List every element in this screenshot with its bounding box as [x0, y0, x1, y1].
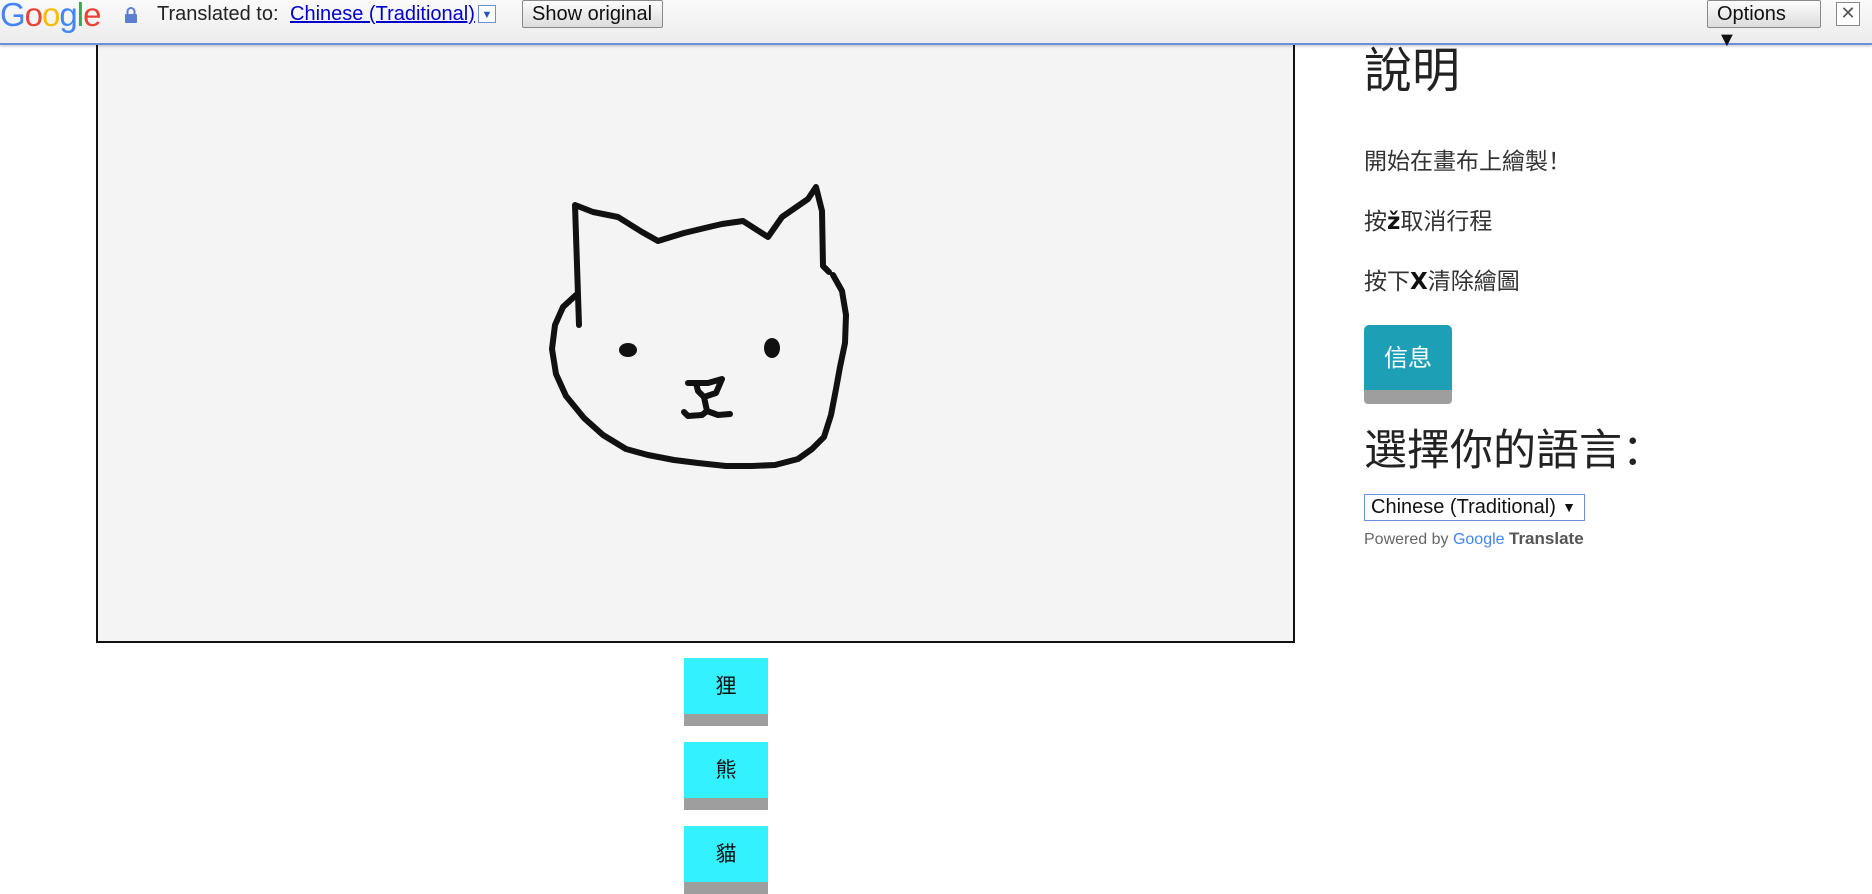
- drawing-canvas[interactable]: [96, 43, 1295, 643]
- clear-prefix: 按下: [1364, 269, 1410, 295]
- guess-button-1[interactable]: 狸: [684, 658, 768, 726]
- language-select[interactable]: Chinese (Traditional) ▼: [1364, 494, 1585, 521]
- undo-key: ž: [1387, 209, 1401, 235]
- clear-suffix: 清除繪圖: [1427, 269, 1520, 295]
- language-dropdown-arrow-icon[interactable]: ▼: [478, 5, 496, 23]
- clear-instruction: 按下X清除繪圖: [1364, 267, 1520, 297]
- google-wordmark: Google: [1452, 531, 1505, 548]
- google-translate-bar: Google Translated to: Chinese (Tradition…: [0, 0, 1872, 51]
- google-logo: Google: [0, 0, 101, 33]
- guess-button-2[interactable]: 熊: [684, 742, 768, 810]
- close-icon[interactable]: ✕: [1836, 2, 1860, 26]
- undo-suffix: 取消行程: [1400, 209, 1493, 235]
- logo-letter: g: [59, 0, 77, 33]
- undo-prefix: 按: [1364, 209, 1387, 235]
- guess-button-3[interactable]: 貓: [684, 826, 768, 894]
- panel-title: 說明: [1364, 43, 1461, 99]
- logo-letter: G: [0, 0, 26, 33]
- sketch-eye-left: [619, 343, 637, 357]
- language-heading: 選擇你的語言：: [1364, 426, 1665, 476]
- show-original-button[interactable]: Show original: [522, 0, 663, 28]
- undo-instruction: 按ž取消行程: [1364, 207, 1492, 237]
- start-drawing-text: 開始在畫布上繪製！: [1364, 149, 1571, 175]
- sketch-stroke-face: [549, 272, 849, 469]
- sketch-eye-right: [764, 338, 780, 358]
- options-button[interactable]: Options ▼: [1707, 0, 1821, 51]
- language-select-value: Chinese (Traditional): [1371, 496, 1556, 518]
- powered-by-label: Powered by: [1364, 531, 1449, 548]
- google-mini-logo: Google: [1453, 531, 1505, 548]
- cat-sketch: [549, 184, 849, 469]
- sketch-stroke-head: [572, 184, 832, 328]
- clear-key: X: [1410, 269, 1428, 295]
- sketch-stroke-mouth: [681, 394, 733, 419]
- chevron-down-icon: ▼: [1562, 499, 1576, 515]
- logo-letter: e: [83, 0, 101, 33]
- translated-to-label: Translated to:: [157, 3, 279, 25]
- translate-word[interactable]: Translate: [1509, 529, 1584, 548]
- info-button[interactable]: 信息: [1364, 325, 1452, 404]
- powered-by-google-translate: Powered by Google Translate: [1364, 529, 1584, 549]
- logo-letter: o: [24, 0, 43, 33]
- lock-icon: [125, 7, 137, 23]
- translated-language-link[interactable]: Chinese (Traditional): [290, 3, 475, 26]
- logo-letter: o: [42, 0, 60, 33]
